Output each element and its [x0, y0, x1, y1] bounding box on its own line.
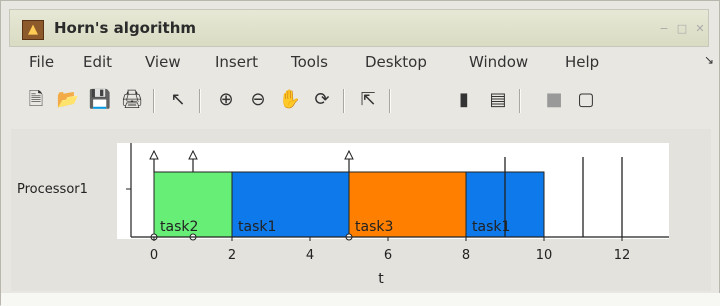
- menu-tools[interactable]: Tools: [291, 53, 328, 71]
- x-tick-label: 6: [384, 248, 392, 263]
- menu-file[interactable]: File: [29, 53, 54, 71]
- plot-panel: task2 task1 task3 task1 0 2 4 6 8 10 12 Processor…: [11, 129, 711, 291]
- data-cursor-icon[interactable]: ⇱: [355, 87, 381, 113]
- minimize-icon[interactable]: −: [656, 21, 672, 37]
- menu-bar: File Edit View Insert Tools Desktop Wind…: [11, 49, 714, 77]
- rotate-3d-icon[interactable]: ⟳: [309, 87, 335, 113]
- task-label: task1: [238, 219, 276, 235]
- pan-hand-icon[interactable]: ✋: [277, 87, 303, 113]
- close-icon[interactable]: ✕: [692, 21, 708, 37]
- task-label: task3: [355, 219, 393, 235]
- toolbar-separator: [153, 89, 155, 113]
- legend-icon[interactable]: ▤: [485, 87, 511, 113]
- matlab-figure-icon: ▲: [22, 20, 44, 40]
- figure-window: ▲ Horn's algorithm − □ ✕ File Edit View …: [0, 0, 720, 306]
- x-tick-label: 12: [614, 248, 631, 263]
- toolbar-separator: [343, 89, 345, 113]
- open-folder-icon[interactable]: 📂: [55, 87, 81, 113]
- x-tick-label: 2: [228, 248, 236, 263]
- menu-window[interactable]: Window: [469, 53, 528, 71]
- x-axis-label: t: [378, 271, 384, 287]
- gantt-chart[interactable]: task2 task1 task3 task1 0 2 4 6 8 10 12 Processor…: [11, 129, 711, 291]
- x-tick-label: 8: [462, 248, 470, 263]
- save-icon[interactable]: 💾: [87, 87, 113, 113]
- pointer-icon[interactable]: ↖: [165, 87, 191, 113]
- y-tick-label: Processor1: [17, 182, 88, 197]
- figure-toolbar: 🗎 📂 💾 🖨 ↖ ⊕ ⊖ ✋ ⟳ ⇱ ▮ ▤ ■ ▢: [11, 81, 711, 121]
- window-title: Horn's algorithm: [54, 19, 197, 37]
- show-plot-tools-icon[interactable]: ▢: [573, 87, 599, 113]
- toolbar-separator: [389, 89, 391, 113]
- maximize-icon[interactable]: □: [674, 21, 690, 37]
- x-tick-label: 10: [536, 248, 553, 263]
- x-tick-label: 4: [306, 248, 314, 263]
- new-file-icon[interactable]: 🗎: [23, 87, 49, 113]
- zoom-in-icon[interactable]: ⊕: [213, 87, 239, 113]
- menu-edit[interactable]: Edit: [83, 53, 112, 71]
- status-area: [1, 293, 720, 306]
- menu-view[interactable]: View: [145, 53, 181, 71]
- print-icon[interactable]: 🖨: [119, 87, 145, 113]
- title-bar[interactable]: ▲ Horn's algorithm − □ ✕: [9, 9, 709, 47]
- menu-help[interactable]: Help: [565, 53, 599, 71]
- menu-insert[interactable]: Insert: [215, 53, 258, 71]
- task-label: task2: [160, 219, 198, 235]
- zoom-out-icon[interactable]: ⊖: [245, 87, 271, 113]
- menu-desktop[interactable]: Desktop: [365, 53, 427, 71]
- menu-overflow-icon[interactable]: ↘: [704, 53, 714, 67]
- colorbar-icon[interactable]: ▮: [451, 87, 477, 113]
- toolbar-separator: [199, 89, 201, 113]
- x-tick-label: 0: [150, 248, 158, 263]
- toolbar-separator: [519, 89, 521, 113]
- hide-plot-tools-icon[interactable]: ■: [541, 87, 567, 113]
